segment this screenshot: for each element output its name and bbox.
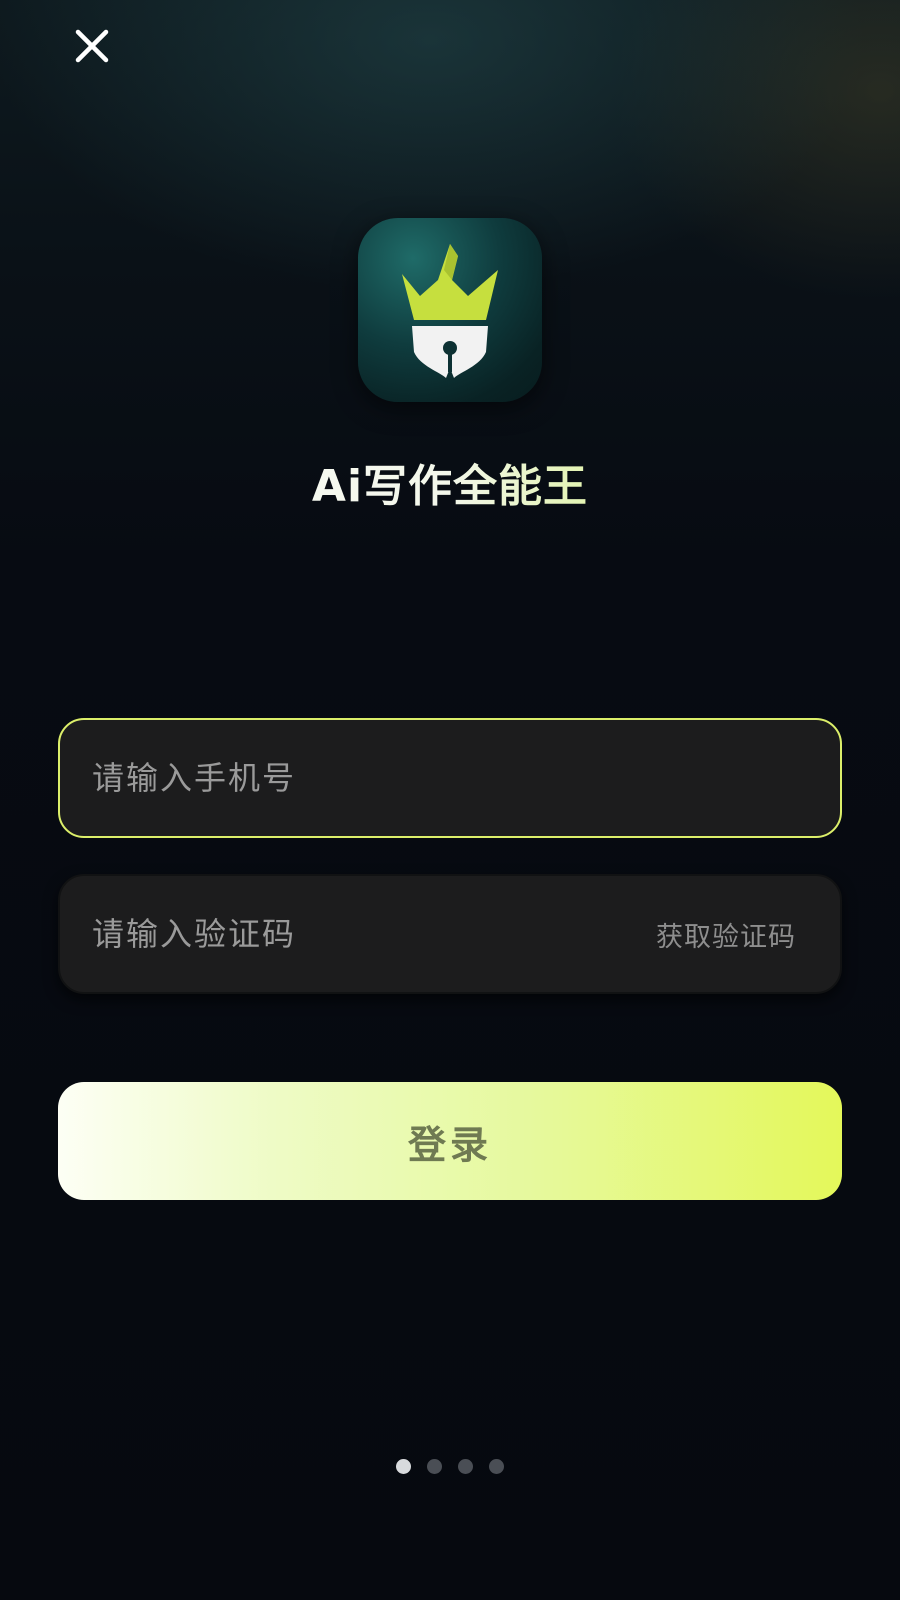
page-dot-1 bbox=[396, 1459, 411, 1474]
phone-input[interactable] bbox=[92, 759, 808, 797]
get-code-button[interactable]: 获取验证码 bbox=[656, 915, 796, 954]
crown-pen-nib-icon bbox=[402, 244, 498, 378]
page-dot-4 bbox=[489, 1459, 504, 1474]
app-title: Ai写作全能王 bbox=[0, 450, 900, 514]
phone-field[interactable] bbox=[58, 718, 842, 838]
close-button[interactable] bbox=[60, 14, 124, 78]
verification-code-field[interactable]: 获取验证码 bbox=[58, 874, 842, 994]
app-logo bbox=[358, 218, 542, 402]
page-dot-3 bbox=[458, 1459, 473, 1474]
login-button[interactable]: 登录 bbox=[58, 1082, 842, 1200]
page-dot-2 bbox=[427, 1459, 442, 1474]
close-icon bbox=[75, 29, 109, 63]
verification-code-input[interactable] bbox=[92, 915, 656, 953]
page-indicator bbox=[0, 1459, 900, 1474]
